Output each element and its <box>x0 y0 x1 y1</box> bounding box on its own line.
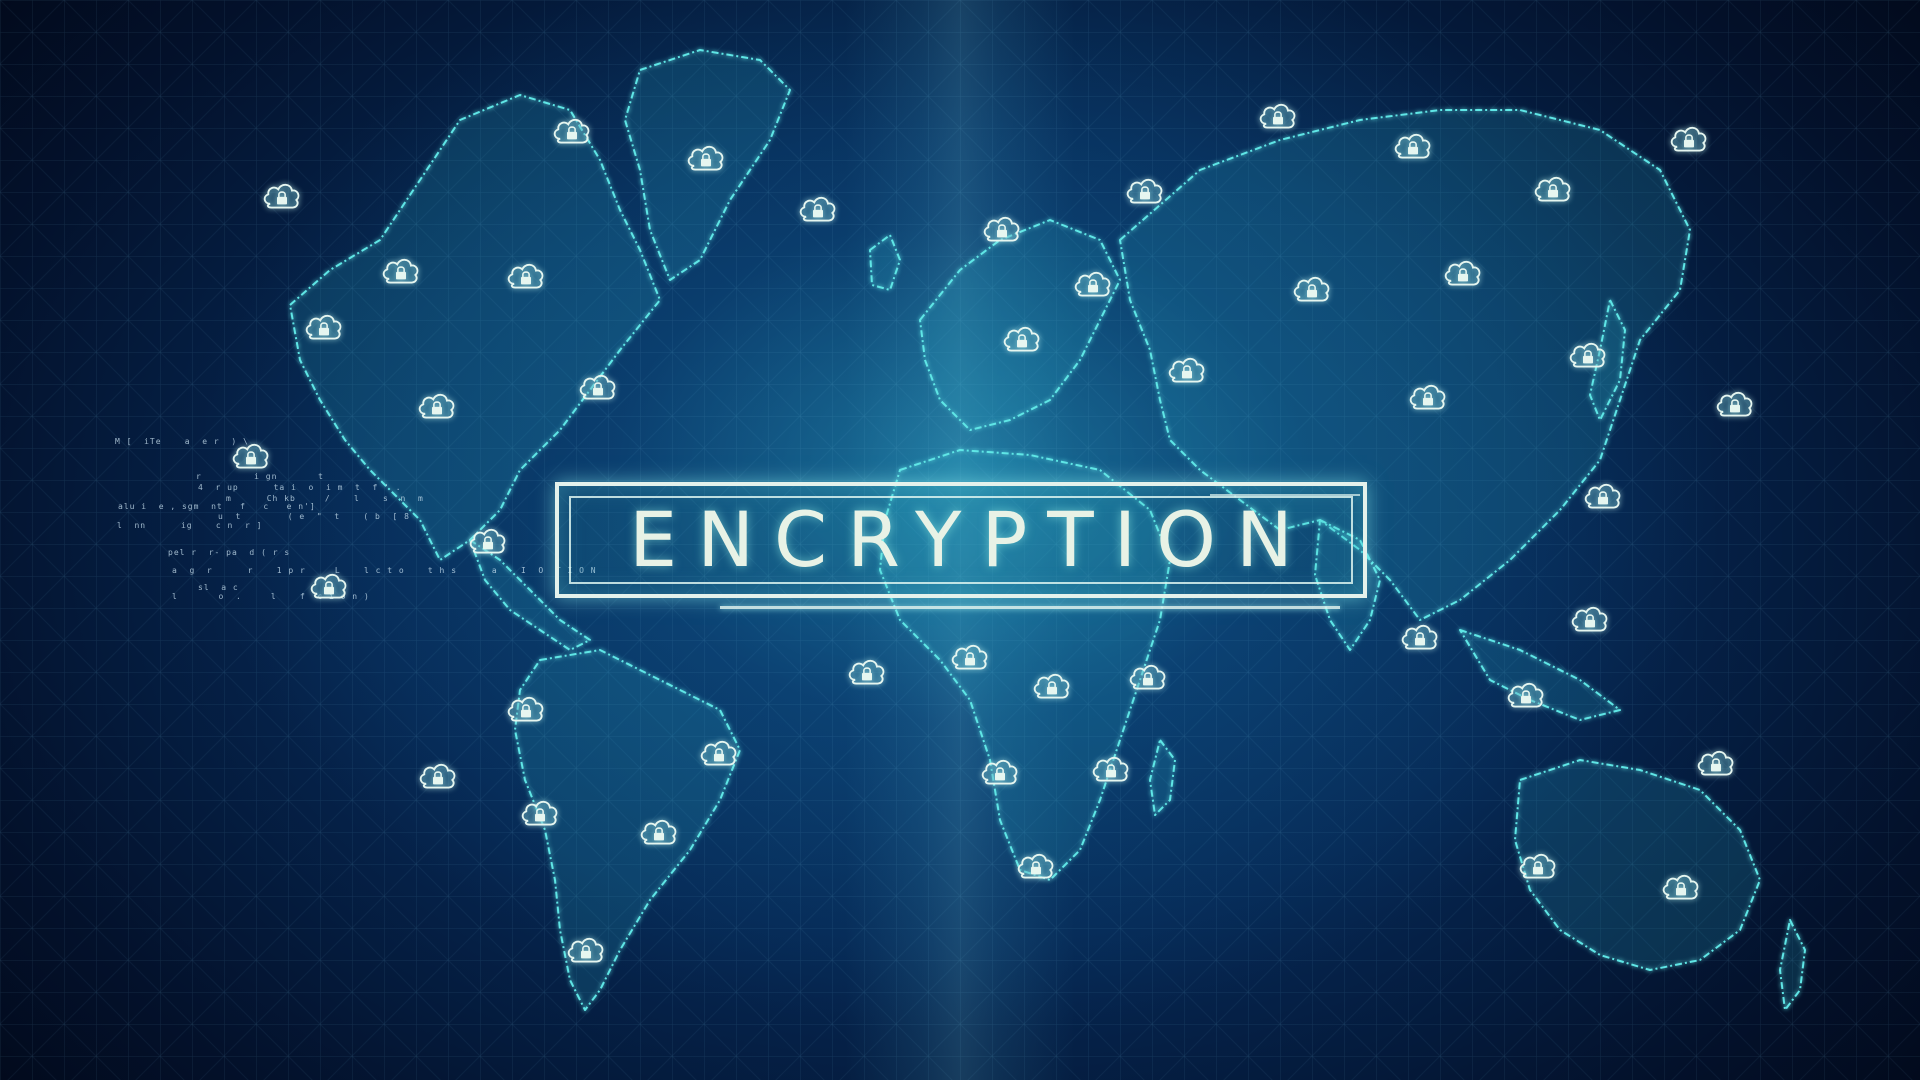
cloud-lock-icon <box>1534 176 1571 202</box>
cloud-lock-icon <box>1519 853 1556 879</box>
cloud-lock-icon <box>1293 276 1330 302</box>
cloud-lock-icon <box>1126 178 1163 204</box>
cloud-lock-icon <box>1716 391 1753 417</box>
cloud-lock-icon <box>1662 874 1699 900</box>
cloud-lock-icon <box>1409 384 1446 410</box>
cloud-lock-icon <box>1394 133 1431 159</box>
cloud-lock-icon <box>1017 853 1054 879</box>
cloud-lock-icon <box>521 800 558 826</box>
cloud-lock-icon <box>1074 271 1111 297</box>
cloud-lock-icon <box>1003 326 1040 352</box>
cloud-lock-icon <box>418 393 455 419</box>
cloud-lock-icon <box>310 573 347 599</box>
cloud-lock-icon <box>1569 342 1606 368</box>
cloud-lock-icon <box>263 183 300 209</box>
cloud-lock-icon <box>1092 756 1129 782</box>
cloud-lock-icon <box>232 443 269 469</box>
cloud-lock-icon <box>1507 682 1544 708</box>
encryption-scene: M [ iTe a e r ) \ r i gn t 4 r up ta i o… <box>0 0 1920 1080</box>
cloud-lock-icon <box>1033 673 1070 699</box>
cloud-lock-icon <box>579 374 616 400</box>
cloud-lock-icon <box>1697 750 1734 776</box>
cloud-lock-icon <box>1444 260 1481 286</box>
cloud-lock-icon <box>567 937 604 963</box>
cloud-lock-icon <box>1401 624 1438 650</box>
cloud-lock-icon <box>951 644 988 670</box>
cloud-lock-icon <box>1259 103 1296 129</box>
cloud-lock-icon <box>700 740 737 766</box>
cloud-lock-icon <box>848 659 885 685</box>
cloud-lock-icon <box>1129 664 1166 690</box>
cloud-lock-icon <box>983 216 1020 242</box>
cloud-lock-icon <box>1670 126 1707 152</box>
title-text: ENCRYPTION <box>629 495 1313 584</box>
cloud-lock-icon <box>553 118 590 144</box>
cloud-lock-icon <box>687 145 724 171</box>
cloud-lock-icon <box>1584 483 1621 509</box>
cloud-lock-icon <box>469 528 506 554</box>
cloud-lock-icon <box>1571 606 1608 632</box>
cloud-lock-icon <box>305 314 342 340</box>
cloud-lock-icon <box>1168 357 1205 383</box>
cloud-lock-icon <box>981 759 1018 785</box>
cloud-lock-icon <box>507 696 544 722</box>
cloud-lock-icon <box>382 258 419 284</box>
cloud-lock-icon <box>507 263 544 289</box>
title-underline <box>720 606 1340 609</box>
cloud-lock-icon <box>419 763 456 789</box>
cloud-lock-icon <box>799 196 836 222</box>
cloud-lock-icon <box>640 819 677 845</box>
